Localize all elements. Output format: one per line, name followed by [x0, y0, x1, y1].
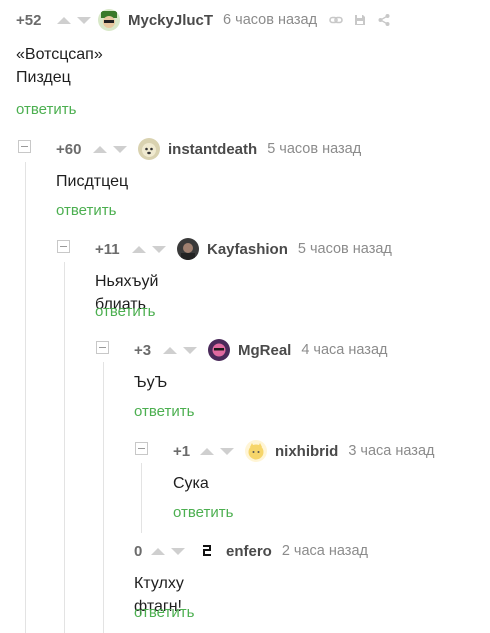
- comment-rating: +11: [95, 240, 120, 258]
- upvote-icon[interactable]: [150, 545, 166, 557]
- collapse-icon[interactable]: [96, 341, 109, 354]
- comment-rating: +60: [56, 140, 82, 158]
- downvote-icon[interactable]: [112, 143, 128, 155]
- upvote-icon[interactable]: [162, 344, 178, 356]
- comment-time[interactable]: 5 часов назад: [267, 141, 361, 157]
- reply-link[interactable]: ответить: [134, 604, 194, 621]
- comment-author[interactable]: enfero: [226, 543, 272, 560]
- downvote-icon[interactable]: [182, 344, 198, 356]
- comment-author[interactable]: Kayfashion: [207, 241, 288, 258]
- avatar[interactable]: [138, 138, 160, 160]
- downvote-icon[interactable]: [151, 243, 167, 255]
- comment-author[interactable]: nixhibrid: [275, 443, 338, 460]
- comment-rating: +52: [16, 11, 42, 29]
- collapse-icon[interactable]: [57, 240, 70, 253]
- save-icon[interactable]: [353, 13, 367, 27]
- upvote-icon[interactable]: [199, 445, 215, 457]
- avatar[interactable]: [245, 440, 267, 462]
- reply-link[interactable]: ответить: [16, 101, 76, 118]
- upvote-icon[interactable]: [131, 243, 147, 255]
- downvote-icon[interactable]: [76, 14, 92, 26]
- reply-link[interactable]: ответить: [134, 403, 194, 420]
- comment-text-line: Пиздец: [16, 69, 71, 86]
- avatar[interactable]: [98, 9, 120, 31]
- reply-link[interactable]: ответить: [56, 202, 116, 219]
- comment-time[interactable]: 4 часа назад: [301, 342, 387, 358]
- thread-line: [64, 262, 65, 633]
- avatar[interactable]: [177, 238, 199, 260]
- comment-time[interactable]: 5 часов назад: [298, 241, 392, 257]
- comment-time[interactable]: 6 часов назад: [223, 12, 317, 28]
- downvote-icon[interactable]: [219, 445, 235, 457]
- comment-rating: +3: [134, 341, 152, 359]
- reply-link[interactable]: ответить: [95, 303, 155, 320]
- comment-time[interactable]: 2 часа назад: [282, 543, 368, 559]
- comment-text-line: Сука: [173, 475, 209, 492]
- upvote-icon[interactable]: [92, 143, 108, 155]
- upvote-icon[interactable]: [56, 14, 72, 26]
- reply-link[interactable]: ответить: [173, 504, 233, 521]
- thread-line: [103, 362, 104, 633]
- comment-time[interactable]: 3 часа назад: [348, 443, 434, 459]
- comment-text-line: Писдтцец: [56, 173, 129, 190]
- avatar[interactable]: [196, 540, 218, 562]
- comment-text-line: «Вотсцсап»: [16, 46, 103, 63]
- comment-author[interactable]: MgReal: [238, 342, 291, 359]
- comment-author[interactable]: instantdeath: [168, 141, 257, 158]
- share-icon[interactable]: [377, 13, 391, 27]
- thread-line: [141, 463, 142, 533]
- comment-rating: +1: [173, 442, 191, 460]
- comment-rating: 0: [134, 542, 143, 560]
- downvote-icon[interactable]: [170, 545, 186, 557]
- collapse-icon[interactable]: [18, 140, 31, 153]
- comment-author[interactable]: MyckyJlucT: [128, 12, 213, 29]
- link-icon[interactable]: [329, 13, 343, 27]
- comment-text-line: ЪуЪ: [134, 374, 168, 391]
- thread-line: [25, 162, 26, 633]
- collapse-icon[interactable]: [135, 442, 148, 455]
- avatar[interactable]: [208, 339, 230, 361]
